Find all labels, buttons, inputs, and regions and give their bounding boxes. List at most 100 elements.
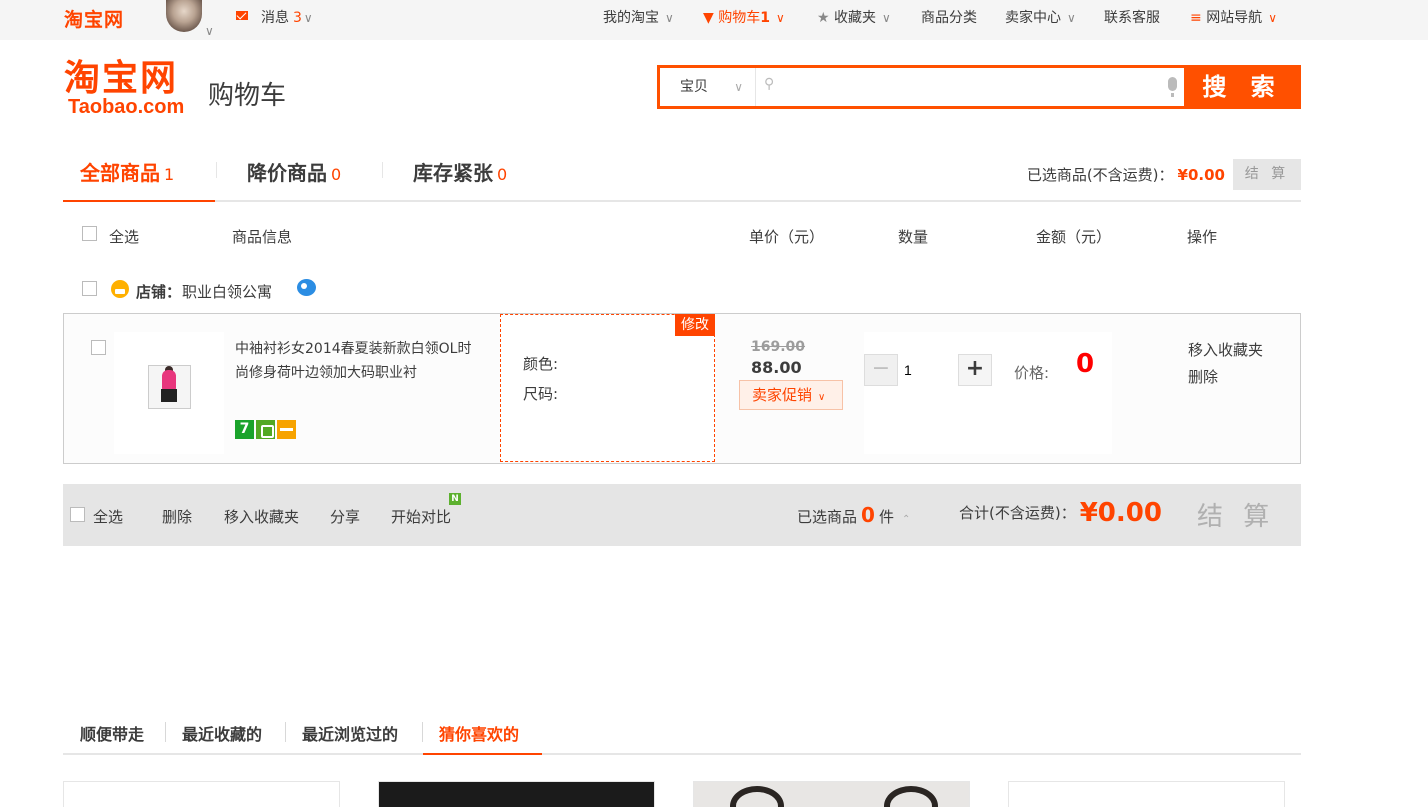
selected-unit: 件 xyxy=(878,508,894,526)
logo-cn: 淘宝网 xyxy=(64,57,179,99)
delete-item-link[interactable]: 删除 xyxy=(1188,364,1263,391)
tab-divider xyxy=(285,722,286,742)
tab-low-stock[interactable]: 库存紧张 0 xyxy=(413,157,507,186)
consumer-protection-icon[interactable] xyxy=(256,420,275,439)
move-to-favorites-link[interactable]: 移入收藏夹 xyxy=(1188,337,1263,364)
price-label: 价格: xyxy=(1014,364,1050,382)
tab-all-items[interactable]: 全部商品 1 xyxy=(80,157,174,186)
col-product-info: 商品信息 xyxy=(232,228,293,246)
tab-you-may-like[interactable]: 猜你喜欢的 xyxy=(439,721,519,745)
chevron-down-icon: ∨ xyxy=(1067,11,1076,25)
tab-count: 0 xyxy=(497,165,508,184)
footer-share-link[interactable]: 分享 xyxy=(330,506,360,527)
chevron-down-icon: ∨ xyxy=(734,80,743,94)
microphone-icon[interactable] xyxy=(1168,77,1177,97)
top-bar: 淘宝网 ∨ 消息 3 ∨ 我的淘宝 ∨ ▼ 购物车1 ∨ ★ 收藏夹 ∨ 商品分类 卖家中… xyxy=(0,0,1428,40)
tab-divider xyxy=(382,162,383,178)
edit-properties-button[interactable]: 修改 xyxy=(675,314,715,336)
col-quantity: 数量 xyxy=(898,228,929,246)
footer-select-all-label[interactable]: 全选 xyxy=(93,506,123,527)
page-title: 购物车 xyxy=(208,81,287,111)
site-nav-link[interactable]: ≡ 网站导航 ∨ xyxy=(1190,7,1277,27)
categories-link[interactable]: 商品分类 xyxy=(921,7,977,27)
my-taobao-link[interactable]: 我的淘宝 ∨ xyxy=(603,7,674,27)
search-button[interactable]: 搜 索 xyxy=(1184,65,1301,109)
cart-link[interactable]: ▼ 购物车1 ∨ xyxy=(703,7,785,27)
recommended-product-card[interactable] xyxy=(63,781,340,807)
select-all-checkbox[interactable] xyxy=(82,226,97,241)
cart-footer-bar: 全选 删除 移入收藏夹 分享 开始对比 N 已选商品 0 件 ⌃ 合计(不含运费)： ¥… xyxy=(63,484,1301,546)
tab-label: 库存紧张 xyxy=(413,161,493,185)
customer-service-link[interactable]: 联系客服 xyxy=(1104,7,1160,27)
chevron-down-icon: ∨ xyxy=(775,11,785,25)
footer-selected-count[interactable]: 已选商品 0 件 ⌃ xyxy=(797,503,910,527)
selected-label: 已选商品 xyxy=(797,508,858,526)
seller-center-link[interactable]: 卖家中心 ∨ xyxy=(1005,7,1076,27)
settle-button[interactable]: 结 算 xyxy=(1197,496,1275,533)
recommendation-tabs: 顺便带走 最近收藏的 最近浏览过的 猜你喜欢的 xyxy=(63,714,1301,755)
size-label: 尺码: xyxy=(523,385,559,403)
quantity-decrement-button[interactable]: − xyxy=(864,354,898,386)
seven-day-return-icon[interactable]: 7 xyxy=(235,420,254,439)
logo-en: Taobao.com xyxy=(68,96,185,118)
item-operations: 移入收藏夹 删除 xyxy=(1188,337,1263,391)
recommended-product-card[interactable] xyxy=(378,781,655,807)
footer-delete-link[interactable]: 删除 xyxy=(162,506,192,527)
site-nav-label: 网站导航 xyxy=(1206,10,1263,26)
user-avatar[interactable] xyxy=(166,0,202,32)
recommended-product-card[interactable] xyxy=(1008,781,1285,807)
table-header: 全选 商品信息 单价（元） 数量 金额（元） 操作 xyxy=(63,224,1301,248)
tab-recently-viewed[interactable]: 最近浏览过的 xyxy=(302,721,398,745)
search-input[interactable] xyxy=(785,72,1165,102)
price-value: 0 xyxy=(1076,349,1095,379)
chevron-down-icon: ∨ xyxy=(303,11,313,25)
tab-take-along[interactable]: 顺便带走 xyxy=(80,721,144,745)
shop-row: 店铺： 职业白领公寓 xyxy=(63,276,1301,304)
shop-checkbox[interactable] xyxy=(82,281,97,296)
item-thumbnail[interactable] xyxy=(148,365,191,409)
search-category-label: 宝贝 xyxy=(680,79,708,95)
col-operation: 操作 xyxy=(1187,228,1218,246)
tab-price-drop[interactable]: 降价商品 0 xyxy=(247,157,341,186)
favorites-label: 收藏夹 xyxy=(834,10,877,26)
original-price: 169.00 xyxy=(751,339,806,355)
tab-divider xyxy=(422,722,423,742)
taobao-logo[interactable]: 淘宝网 Taobao.com xyxy=(64,57,199,118)
selected-summary-amount: ¥0.00 xyxy=(1177,166,1225,184)
quantity-input[interactable] xyxy=(900,354,956,386)
recommended-product-card[interactable] xyxy=(693,781,970,807)
quantity-increment-button[interactable]: + xyxy=(958,354,992,386)
color-label: 颜色: xyxy=(523,355,559,373)
quantity-area: − + 价格: 0 xyxy=(864,332,1112,454)
tab-recent-favorites[interactable]: 最近收藏的 xyxy=(182,721,262,745)
wangwang-chat-icon[interactable] xyxy=(297,279,316,296)
messages-count: 3 xyxy=(293,10,302,26)
search-category-select[interactable]: 宝贝 ∨ xyxy=(660,68,756,106)
avatar-chevron-down-icon[interactable]: ∨ xyxy=(205,24,214,38)
selected-summary-label: 已选商品(不含运费)： xyxy=(1026,166,1174,184)
taobao-small-logo[interactable]: 淘宝网 xyxy=(64,5,124,32)
favorites-link[interactable]: ★ 收藏夹 ∨ xyxy=(817,7,891,27)
footer-compare-link[interactable]: 开始对比 xyxy=(391,506,451,527)
footer-move-favorite-link[interactable]: 移入收藏夹 xyxy=(224,506,299,527)
my-taobao-label: 我的淘宝 xyxy=(603,10,659,26)
messages-link[interactable]: 消息 3 ∨ xyxy=(261,7,313,27)
col-amount: 金额（元） xyxy=(1036,228,1112,246)
active-tab-underline xyxy=(423,753,542,755)
footer-select-all-checkbox[interactable] xyxy=(70,507,85,522)
selected-summary: 已选商品(不含运费)： ¥0.00 xyxy=(1027,164,1225,185)
product-image xyxy=(730,786,784,807)
item-title-link[interactable]: 中袖衬衫女2014春夏装新款白领OL时尚修身荷叶边领加大码职业衬 xyxy=(235,337,475,385)
tab-divider xyxy=(216,162,217,178)
mail-icon[interactable] xyxy=(236,11,248,20)
tab-label: 降价商品 xyxy=(247,161,327,185)
active-tab-underline xyxy=(63,200,215,202)
menu-icon: ≡ xyxy=(1190,10,1202,26)
seller-promo-dropdown[interactable]: 卖家促销 ∨ xyxy=(739,380,843,410)
item-checkbox[interactable] xyxy=(91,340,106,355)
shop-name-link[interactable]: 职业白领公寓 xyxy=(182,281,272,302)
settle-button-top[interactable]: 结 算 xyxy=(1233,159,1301,190)
tab-label: 全部商品 xyxy=(80,161,160,185)
credit-card-icon[interactable] xyxy=(277,420,296,439)
selected-count: 0 xyxy=(861,503,875,527)
